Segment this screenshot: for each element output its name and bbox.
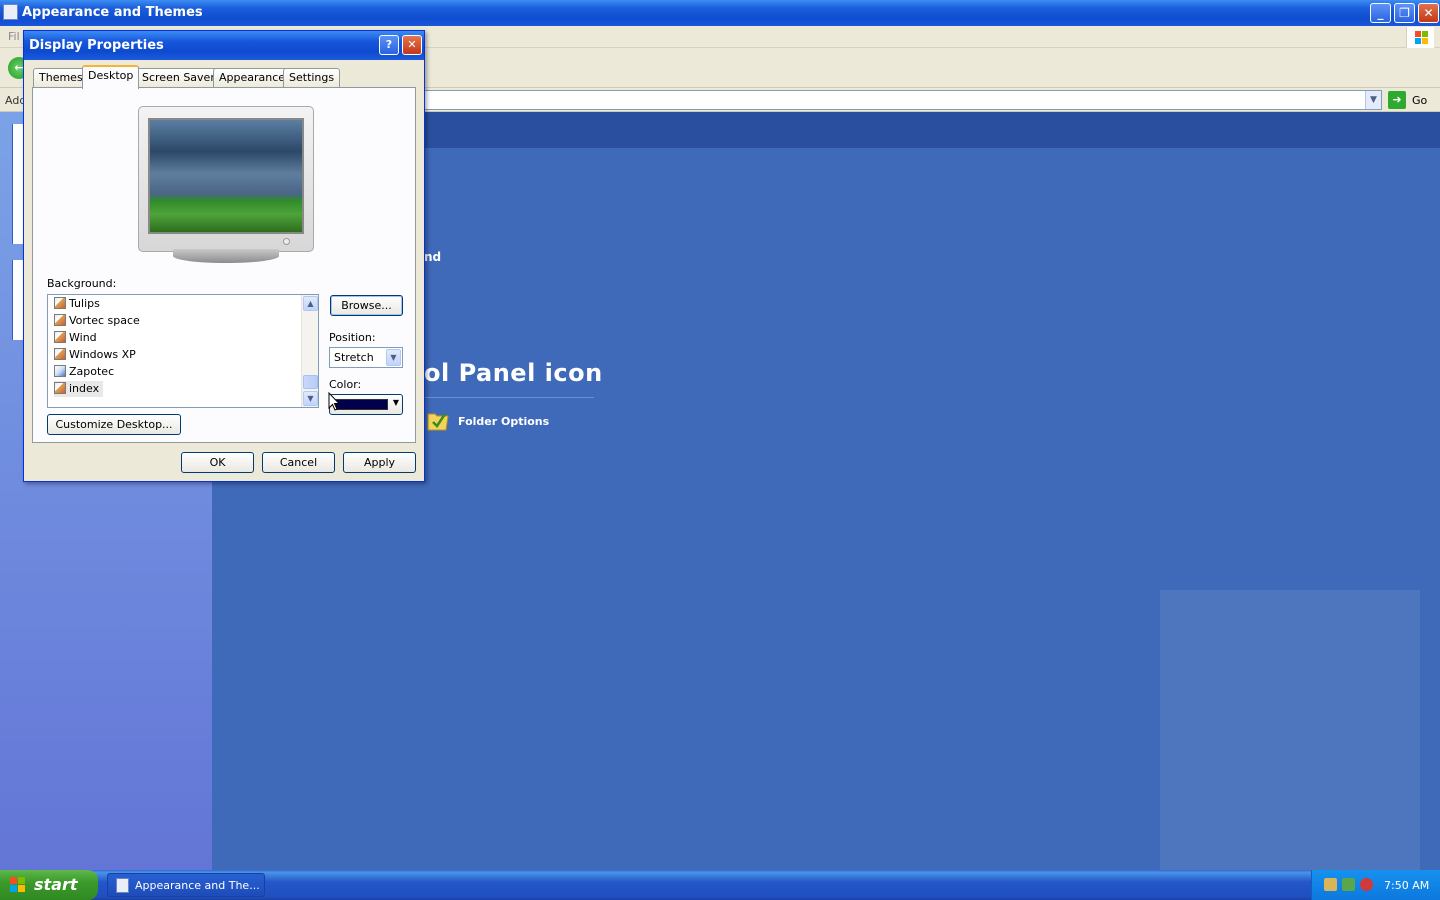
tab-appearance[interactable]: Appearance <box>213 68 292 88</box>
cancel-button[interactable]: Cancel <box>262 452 335 473</box>
position-select[interactable]: Stretch ▼ <box>329 347 403 368</box>
monitor-preview <box>138 106 314 252</box>
list-item-label: Windows XP <box>69 348 136 361</box>
position-label: Position: <box>329 331 376 344</box>
folder-options-icon[interactable] <box>426 408 450 432</box>
color-label: Color: <box>329 378 362 391</box>
tab-themes[interactable]: Themes <box>33 68 89 88</box>
image-file-icon <box>54 331 66 343</box>
update-icon[interactable] <box>1342 878 1355 891</box>
dialog-close-button[interactable]: ✕ <box>402 35 422 55</box>
section-heading: ol Panel icon <box>424 359 603 387</box>
listbox-scrollbar[interactable]: ▲ ▼ <box>301 295 318 407</box>
monitor-stand <box>173 249 279 263</box>
folder-options-link[interactable]: Folder Options <box>458 415 549 428</box>
system-tray: 7:50 AM <box>1311 870 1440 900</box>
go-label: Go <box>1412 94 1428 107</box>
image-file-icon <box>54 348 66 360</box>
minimize-button[interactable]: _ <box>1370 3 1391 23</box>
apply-button[interactable]: Apply <box>343 452 416 473</box>
help-button[interactable]: ? <box>379 35 399 55</box>
mouse-cursor-icon <box>328 392 340 411</box>
position-value: Stretch <box>334 351 374 364</box>
tab-screen-saver[interactable]: Screen Saver <box>136 68 221 88</box>
list-item[interactable]: Wind <box>54 330 97 346</box>
image-file-icon <box>54 297 66 309</box>
scroll-thumb[interactable] <box>303 375 318 389</box>
tab-settings[interactable]: Settings <box>283 68 341 88</box>
list-item-label: Tulips <box>69 297 100 310</box>
ok-button[interactable]: OK <box>181 452 254 473</box>
monitor-power-icon <box>283 238 290 245</box>
background-listbox[interactable]: Tulips Vortec space Wind Windows XP Zapo… <box>47 294 319 408</box>
restore-button[interactable]: ❐ <box>1394 3 1415 23</box>
scroll-down-icon[interactable]: ▼ <box>303 391 318 406</box>
address-input[interactable]: ▼ <box>420 90 1382 110</box>
heading-divider <box>424 397 594 398</box>
list-item-label: Zapotec <box>69 365 115 378</box>
close-window-button[interactable]: ✕ <box>1418 3 1439 23</box>
window-titlebar[interactable]: Appearance and Themes _ ❐ ✕ <box>0 0 1440 26</box>
desktop-tab-panel: Background: Tulips Vortec space Wind Win… <box>32 87 416 443</box>
list-item[interactable]: Tulips <box>54 296 100 312</box>
security-shield-icon[interactable] <box>1360 878 1373 891</box>
list-item-label: Wind <box>69 331 97 344</box>
color-swatch <box>335 399 388 410</box>
scroll-up-icon[interactable]: ▲ <box>303 296 318 311</box>
image-file-icon <box>54 314 66 326</box>
list-item[interactable]: Vortec space <box>54 313 140 329</box>
taskbar-window-label: Appearance and The... <box>135 879 260 892</box>
windows-flag-icon <box>10 877 25 892</box>
list-item-selected[interactable]: index <box>54 381 104 397</box>
image-file-icon <box>54 365 66 377</box>
dropdown-arrow-icon: ▼ <box>392 398 399 407</box>
control-panel-icon <box>3 4 18 20</box>
chevron-down-icon[interactable]: ▼ <box>1365 91 1381 109</box>
customize-desktop-button[interactable]: Customize Desktop... <box>47 414 181 435</box>
start-label: start <box>34 875 78 894</box>
tab-desktop[interactable]: Desktop <box>82 65 140 89</box>
main-text-fragment: nd <box>424 250 442 264</box>
start-button[interactable]: start <box>0 870 98 900</box>
image-file-icon <box>54 382 66 394</box>
control-panel-icon <box>116 878 129 893</box>
list-item-label: index <box>69 382 100 395</box>
list-item[interactable]: Windows XP <box>54 347 136 363</box>
list-item[interactable]: Zapotec <box>54 364 114 380</box>
window-title: Appearance and Themes <box>22 5 203 20</box>
clock[interactable]: 7:50 AM <box>1384 879 1429 892</box>
browse-button[interactable]: Browse... <box>330 295 403 316</box>
chevron-down-icon[interactable]: ▼ <box>386 349 401 366</box>
watermark-icon <box>1160 590 1420 870</box>
display-properties-dialog: Display Properties ? ✕ Themes Desktop Sc… <box>23 30 425 482</box>
list-item-label: Vortec space <box>69 314 140 327</box>
go-arrow-icon: ➜ <box>1388 91 1406 109</box>
background-label: Background: <box>47 277 117 290</box>
color-picker-button[interactable]: ▼ <box>329 394 403 415</box>
menu-file[interactable]: Fil <box>8 30 20 43</box>
network-icon[interactable] <box>1324 878 1337 891</box>
taskbar: start Appearance and The... 7:50 AM <box>0 870 1440 900</box>
dialog-title: Display Properties <box>29 38 164 53</box>
wallpaper-preview <box>148 118 304 234</box>
dialog-titlebar[interactable]: Display Properties ? ✕ <box>24 31 424 60</box>
taskbar-window-button[interactable]: Appearance and The... <box>107 873 265 897</box>
windows-logo-icon <box>1406 27 1434 49</box>
go-button[interactable]: ➜ Go <box>1388 91 1438 109</box>
